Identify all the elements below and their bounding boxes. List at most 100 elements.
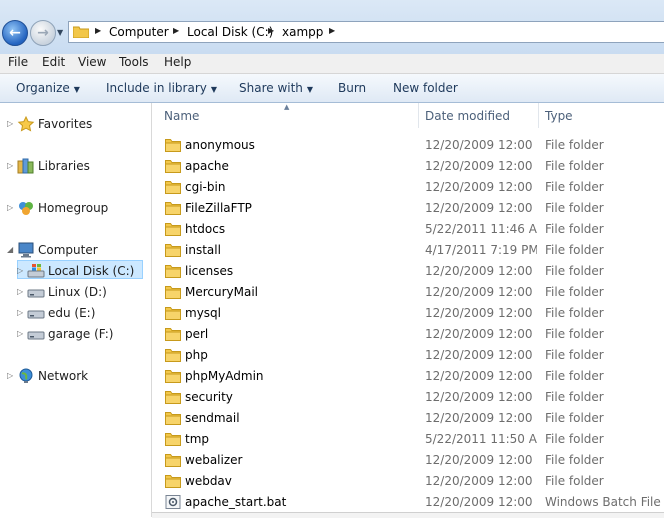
address-bar[interactable]: ▶ Computer ▶ Local Disk (C:) ▶ xampp ▶ [68, 21, 664, 43]
folder-icon [73, 26, 89, 38]
sort-ascending-icon: ▲ [284, 103, 290, 111]
breadcrumb-separator-icon[interactable]: ▶ [268, 26, 274, 35]
table-row[interactable]: MercuryMail 12/20/2009 12:00 ... File fold… [152, 282, 664, 303]
table-row[interactable]: security 12/20/2009 12:00 ... File folder [152, 387, 664, 408]
breadcrumb-computer[interactable]: Computer [109, 25, 169, 39]
windows-drive-icon [27, 264, 45, 278]
breadcrumb-separator-icon[interactable]: ▶ [95, 26, 101, 35]
menu-file[interactable]: File [8, 55, 28, 69]
file-name: sendmail [185, 411, 240, 425]
menu-edit[interactable]: Edit [42, 55, 65, 69]
table-row[interactable]: mysql 12/20/2009 12:00 ... File folder [152, 303, 664, 324]
file-list: ▲ Name Date modified Type anonymous 12/20… [152, 103, 664, 517]
table-row[interactable]: webdav 12/20/2009 12:00 ... File folder [152, 471, 664, 492]
table-row[interactable]: cgi-bin 12/20/2009 12:00 ... File folder [152, 177, 664, 198]
file-type: File folder [545, 180, 604, 194]
breadcrumb-separator-icon[interactable]: ▶ [329, 26, 335, 35]
file-type: File folder [545, 432, 604, 446]
expand-icon[interactable]: ▷ [17, 308, 23, 317]
column-divider[interactable] [538, 103, 539, 128]
file-name: tmp [185, 432, 210, 446]
new-folder-button[interactable]: New folder [393, 81, 458, 95]
recent-pages-dropdown-icon[interactable]: ▼ [57, 28, 63, 37]
include-in-library-button[interactable]: Include in library ▼ [106, 81, 217, 95]
file-type: File folder [545, 138, 604, 152]
horizontal-scrollbar[interactable] [152, 512, 664, 518]
table-row[interactable]: php 12/20/2009 12:00 ... File folder [152, 345, 664, 366]
file-date-modified: 12/20/2009 12:00 ... [425, 495, 537, 509]
file-type: File folder [545, 369, 604, 383]
menu-tools[interactable]: Tools [119, 55, 149, 69]
table-row[interactable]: perl 12/20/2009 12:00 ... File folder [152, 324, 664, 345]
burn-button[interactable]: Burn [338, 81, 366, 95]
file-date-modified: 12/20/2009 12:00 ... [425, 285, 537, 299]
folder-icon [165, 181, 181, 194]
file-date-modified: 12/20/2009 12:00 ... [425, 180, 537, 194]
folder-icon [165, 475, 181, 488]
breadcrumb-xampp[interactable]: xampp [282, 25, 323, 39]
file-type: File folder [545, 348, 604, 362]
back-button[interactable]: ← [2, 20, 28, 46]
table-row[interactable]: FileZillaFTP 12/20/2009 12:00 ... File fol… [152, 198, 664, 219]
chevron-down-icon: ▼ [210, 85, 218, 94]
file-type: Windows Batch File [545, 495, 661, 509]
column-divider[interactable] [418, 103, 419, 128]
file-date-modified: 5/22/2011 11:46 AM [425, 222, 537, 236]
table-row[interactable]: htdocs 5/22/2011 11:46 AM File folder [152, 219, 664, 240]
table-row[interactable]: anonymous 12/20/2009 12:00 ... File folder [152, 135, 664, 156]
expand-icon[interactable]: ▷ [7, 371, 13, 380]
chevron-down-icon: ▼ [306, 85, 314, 94]
file-type: File folder [545, 474, 604, 488]
file-name: apache [185, 159, 229, 173]
table-row[interactable]: webalizer 12/20/2009 12:00 ... File folder [152, 450, 664, 471]
column-header-name[interactable]: Name [164, 109, 199, 123]
file-name: apache_start.bat [185, 495, 287, 509]
table-row[interactable]: apache_start.bat 12/20/2009 12:00 ... Wind… [152, 492, 664, 513]
folder-icon [165, 391, 181, 404]
forward-button[interactable]: → [30, 20, 56, 46]
column-header-date-modified[interactable]: Date modified [425, 109, 510, 123]
nav-label: Favorites [38, 117, 93, 131]
expand-icon[interactable]: ▷ [17, 287, 23, 296]
libraries-icon [17, 158, 34, 174]
breadcrumb-local-disk[interactable]: Local Disk (C:) [187, 25, 273, 39]
table-row[interactable]: install 4/17/2011 7:19 PM File folder [152, 240, 664, 261]
expand-icon[interactable]: ▷ [7, 119, 13, 128]
menu-help[interactable]: Help [164, 55, 191, 69]
collapse-icon[interactable]: ◢ [7, 245, 13, 254]
share-with-button[interactable]: Share with ▼ [239, 81, 313, 95]
nav-label: Libraries [38, 159, 90, 173]
organize-button[interactable]: Organize ▼ [16, 81, 80, 95]
folder-icon [165, 454, 181, 467]
nav-label: garage (F:) [48, 327, 114, 341]
file-type: File folder [545, 243, 604, 257]
breadcrumb-separator-icon[interactable]: ▶ [173, 26, 179, 35]
folder-icon [165, 223, 181, 236]
file-name: MercuryMail [185, 285, 259, 299]
file-name: htdocs [185, 222, 226, 236]
expand-icon[interactable]: ▷ [17, 329, 23, 338]
expand-icon[interactable]: ▷ [7, 203, 13, 212]
file-date-modified: 12/20/2009 12:00 ... [425, 138, 537, 152]
table-row[interactable]: licenses 12/20/2009 12:00 ... File folder [152, 261, 664, 282]
nav-label: Network [38, 369, 89, 383]
table-row[interactable]: apache 12/20/2009 12:00 ... File folder [152, 156, 664, 177]
table-row[interactable]: tmp 5/22/2011 11:50 AM File folder [152, 429, 664, 450]
file-type: File folder [545, 159, 604, 173]
expand-icon[interactable]: ▷ [17, 266, 23, 275]
file-name: anonymous [185, 138, 255, 152]
file-name: webdav [185, 474, 232, 488]
column-header-type[interactable]: Type [545, 109, 573, 123]
organize-label: Organize [16, 81, 70, 95]
expand-icon[interactable]: ▷ [7, 161, 13, 170]
table-row[interactable]: phpMyAdmin 12/20/2009 12:00 ... File folde… [152, 366, 664, 387]
include-in-library-label: Include in library [106, 81, 207, 95]
star-icon [17, 116, 35, 132]
file-name: FileZillaFTP [185, 201, 252, 215]
computer-icon [18, 242, 34, 258]
folder-icon [165, 286, 181, 299]
table-row[interactable]: sendmail 12/20/2009 12:00 ... File folder [152, 408, 664, 429]
folder-icon [165, 433, 181, 446]
menu-view[interactable]: View [78, 55, 106, 69]
file-date-modified: 12/20/2009 12:00 ... [425, 264, 537, 278]
